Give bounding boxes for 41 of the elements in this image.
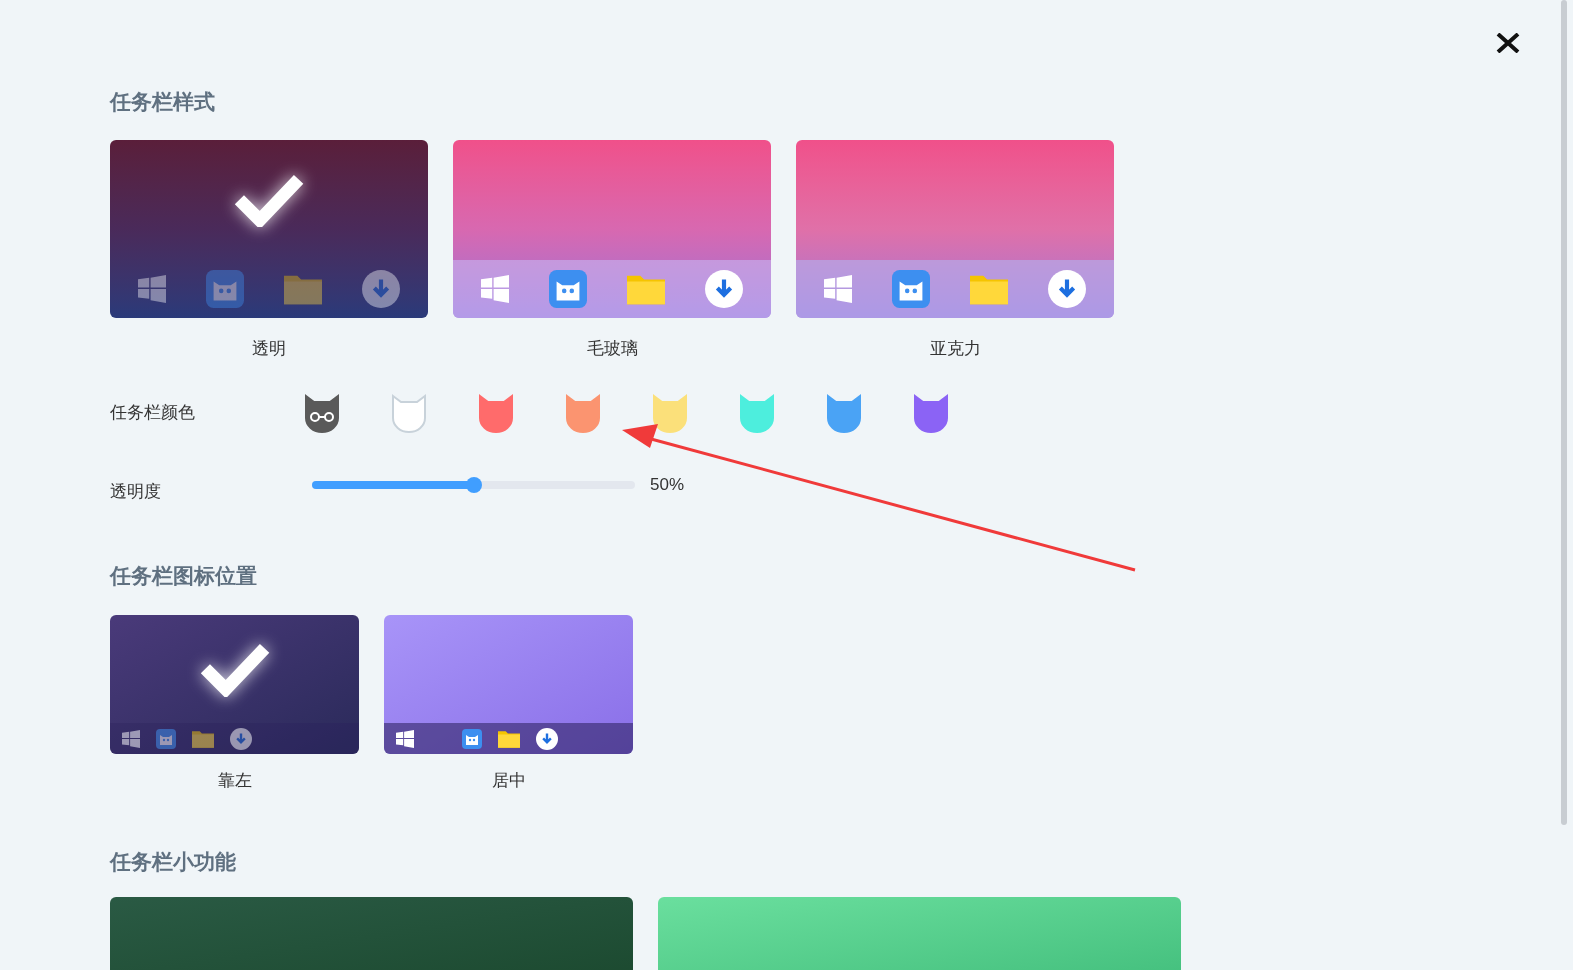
style-option-label: 透明 bbox=[252, 337, 286, 360]
position-option-label: 居中 bbox=[491, 770, 526, 792]
folder-icon bbox=[192, 729, 214, 748]
windows-logo-icon bbox=[122, 729, 140, 748]
section-title: 任务栏图标位置 bbox=[110, 562, 258, 589]
opacity-reading: 50% bbox=[650, 474, 685, 496]
icon-position-preview[interactable] bbox=[110, 615, 359, 754]
style-option-label: 亚克力 bbox=[929, 337, 981, 360]
position-option-label: 靠左 bbox=[217, 770, 252, 792]
close-icon[interactable] bbox=[1496, 33, 1520, 53]
download-icon bbox=[362, 269, 400, 308]
cat-color-swatch[interactable] bbox=[825, 393, 863, 433]
taskbar-style-preview[interactable] bbox=[110, 139, 428, 318]
cat-color-swatch[interactable] bbox=[738, 393, 776, 433]
cat-color-swatch[interactable] bbox=[912, 393, 950, 433]
download-icon bbox=[536, 727, 558, 750]
windows-logo-icon bbox=[481, 274, 509, 303]
slider-thumb[interactable] bbox=[465, 476, 482, 493]
download-icon bbox=[705, 269, 743, 308]
section-title: 任务栏小功能 bbox=[110, 848, 237, 875]
cat-color-swatch[interactable] bbox=[564, 393, 602, 433]
cat-color-swatch[interactable] bbox=[390, 393, 428, 433]
windows-logo-icon bbox=[396, 729, 414, 748]
row-label: 透明度 bbox=[110, 481, 162, 503]
cat-color-swatch[interactable] bbox=[303, 393, 341, 433]
style-option-label: 毛玻璃 bbox=[586, 337, 638, 360]
folder-icon bbox=[498, 729, 520, 748]
row-label: 任务栏颜色 bbox=[110, 402, 196, 425]
cat-app-icon bbox=[549, 269, 587, 308]
windows-logo-icon bbox=[824, 274, 852, 303]
cat-color-swatch[interactable] bbox=[651, 393, 689, 433]
cat-app-icon bbox=[156, 728, 176, 749]
windows-logo-icon bbox=[138, 274, 166, 303]
cat-app-icon bbox=[462, 728, 482, 749]
section-title: 任务栏样式 bbox=[110, 89, 216, 115]
download-icon bbox=[230, 727, 252, 750]
cat-app-icon bbox=[892, 269, 930, 308]
cat-app-icon bbox=[206, 269, 244, 308]
icon-position-preview[interactable] bbox=[384, 615, 633, 754]
cat-color-swatch[interactable] bbox=[477, 393, 515, 433]
download-icon bbox=[1048, 269, 1086, 308]
